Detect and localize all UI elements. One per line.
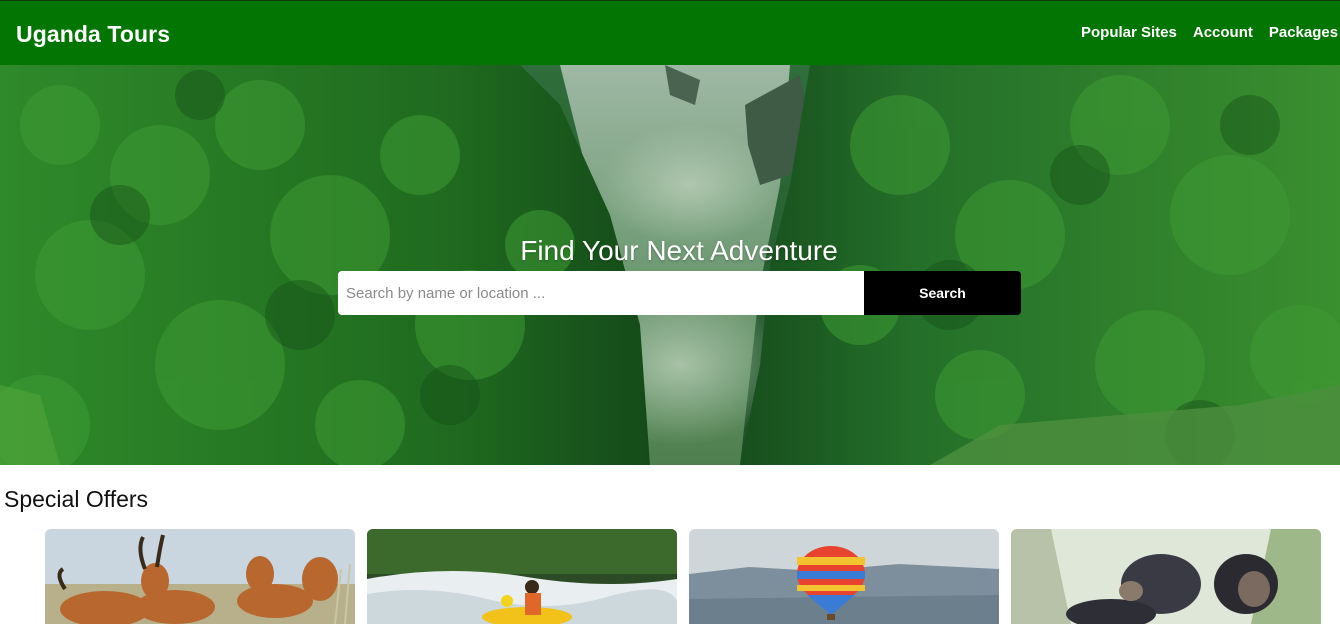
- special-offers-heading: Special Offers: [4, 486, 149, 512]
- search-input[interactable]: [338, 271, 864, 315]
- nav-account[interactable]: Account: [1193, 24, 1253, 41]
- offer-card-balloon[interactable]: [689, 529, 999, 624]
- site-brand[interactable]: Uganda Tours: [16, 21, 170, 48]
- top-navbar: Uganda Tours Popular Sites Account Packa…: [0, 0, 1340, 65]
- search-button[interactable]: Search: [864, 271, 1021, 315]
- hero-banner: Find Your Next Adventure Search: [0, 65, 1340, 465]
- whitewater-rafting-photo: [367, 529, 677, 624]
- hot-air-balloon-photo: [689, 529, 999, 624]
- offer-card-chimpanzee[interactable]: [1011, 529, 1321, 624]
- offer-card-antelopes[interactable]: [45, 529, 355, 624]
- hero-title: Find Your Next Adventure: [520, 234, 838, 266]
- nav-popular-sites[interactable]: Popular Sites: [1081, 24, 1177, 41]
- antelopes-photo: [45, 529, 355, 624]
- main-nav: Popular Sites Account Packages: [1081, 24, 1338, 41]
- chimpanzee-photo: [1011, 529, 1321, 624]
- offer-card-rafting[interactable]: [367, 529, 677, 624]
- nav-packages[interactable]: Packages: [1269, 24, 1338, 41]
